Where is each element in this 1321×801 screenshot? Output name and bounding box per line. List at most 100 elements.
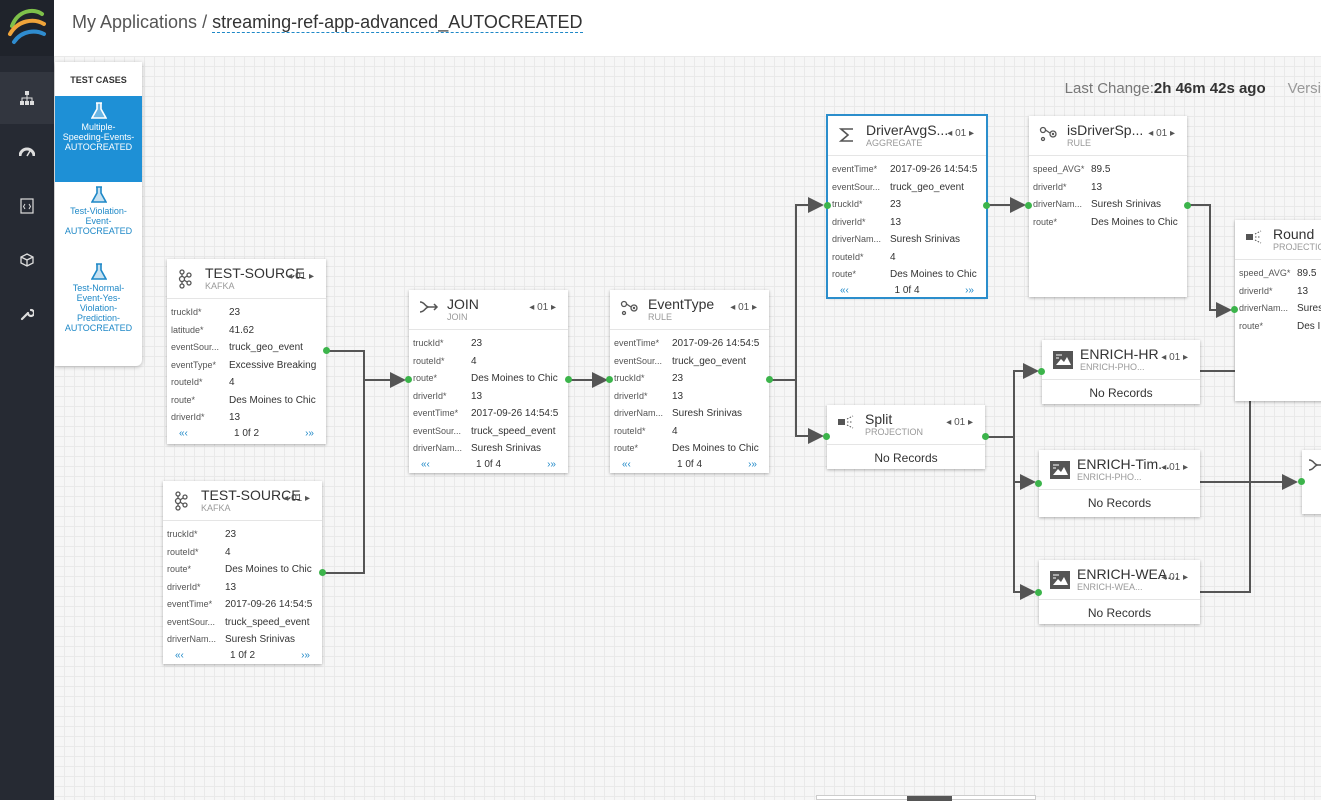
node-test-source-1[interactable]: TEST-SOURCE KAFKA ◂ 01 ▸ truckId* 23 lati… [167,259,330,444]
input-port[interactable] [824,202,831,209]
node-header: EventType RULE ◂ 01 ▸ [610,290,769,330]
node-type: ENRICH-PHO... [1077,472,1142,482]
node-type: PROJECTION [865,427,924,437]
field-key: driverId* [171,412,205,422]
record-row: driverId* 13 [832,214,982,232]
field-key: truckId* [832,199,863,209]
field-value: 13 [1297,285,1309,297]
input-port[interactable] [1025,202,1032,209]
record-page-indicator: 1 0f 4 [676,458,703,470]
prev-record-button[interactable]: «‹ [175,649,184,663]
field-key: eventType* [171,359,217,370]
test-case-item[interactable]: Multiple- Speeding-Events- AUTOCREATED [55,96,142,182]
node-header: TEST-SOURCE KAFKA ◂ 01 ▸ [167,259,326,299]
output-port[interactable] [319,569,326,576]
zoom-control[interactable] [816,795,1036,801]
field-key: eventSour... [614,355,663,366]
next-record-button[interactable]: ›» [305,427,314,441]
node-enrich-time[interactable]: ENRICH-Tim... ENRICH-PHO... ◂ 01 ▸ No Re… [1035,450,1200,517]
node-driver-avg-speed[interactable]: DriverAvgS... AGGREGATE ◂ 01 ▸ eventTime… [824,114,990,299]
input-port[interactable] [1231,306,1238,313]
node-join-partial[interactable] [1298,450,1321,514]
node-pager-index[interactable]: ◂ 01 ▸ [1161,352,1188,363]
field-key: driverId* [1033,181,1067,192]
node-pager-index[interactable]: ◂ 01 ▸ [1161,572,1188,583]
node-records: truckId* 23 routeId* 4 route* Des Moines to… [163,521,322,649]
prev-record-button[interactable]: «‹ [622,458,631,472]
record-row: truckId* 23 [832,196,982,214]
record-page-indicator: 1 0f 2 [229,649,256,661]
output-port[interactable] [1184,202,1191,209]
input-port[interactable] [405,376,412,383]
zoom-handle[interactable] [907,796,952,801]
input-port[interactable] [1035,480,1042,487]
field-value: Des Moines to Chic [471,373,558,384]
next-record-button[interactable]: ›» [965,284,974,298]
record-row: route* Des Moines to Chic [413,370,564,388]
next-record-button[interactable]: ›» [547,458,556,472]
input-port[interactable] [1038,368,1045,375]
field-value: Des Moines to Chic [890,269,977,280]
test-case-label: Speeding-Events- [62,132,135,142]
node-split[interactable]: Split PROJECTION ◂ 01 ▸ No Records [823,405,989,469]
record-page-indicator: 1 0f 2 [233,427,260,439]
record-row: driverNam... Suresh Srinivas [1033,196,1183,214]
node-pager-index[interactable]: ◂ 01 ▸ [730,302,757,313]
test-case-item[interactable]: Test-Normal- Event-Yes- Violation- Predi… [55,263,142,333]
edge-eventtype-aggregate [768,197,824,381]
node-pager-index[interactable]: ◂ 01 ▸ [946,417,973,428]
node-pager-index[interactable]: ◂ 01 ▸ [287,271,314,282]
field-value: Sures [1297,303,1321,314]
test-case-item[interactable]: Test-Violation- Event- AUTOCREATED [55,186,142,236]
record-row: route* Des Moines to Chic [614,440,765,458]
field-value: Des Moines to Chic [1091,216,1178,228]
output-port[interactable] [766,376,773,383]
node-title: Split [865,411,893,427]
field-value: 2017-09-26 14:54:5 [890,164,978,175]
field-key: eventSour... [413,425,462,436]
field-key: driverNam... [1239,303,1289,313]
field-value: 23 [672,373,684,384]
flask-icon [90,102,107,119]
prev-record-button[interactable]: «‹ [840,284,849,298]
record-row: eventSour... truck_geo_event [832,179,982,197]
field-value: 2017-09-26 14:54:5 [471,408,559,419]
projection-icon [838,415,854,429]
field-key: routeId* [171,377,203,387]
node-enrich-hr[interactable]: ENRICH-HR ENRICH-PHO... ◂ 01 ▸ No Record… [1038,340,1200,404]
output-port[interactable] [323,347,330,354]
field-key: latitude* [171,324,204,335]
node-test-source-2[interactable]: TEST-SOURCE KAFKA ◂ 01 ▸ truckId* 23 rout… [163,481,326,664]
edge-isdriver-round [1188,204,1232,318]
join-icon [419,301,439,313]
record-row: routeId* 4 [167,544,318,562]
node-title: ENRICH-HR [1080,346,1159,362]
node-pager-index[interactable]: ◂ 01 ▸ [947,128,974,139]
output-port[interactable] [982,433,989,440]
field-key: route* [167,564,192,574]
prev-record-button[interactable]: «‹ [179,427,188,441]
input-port[interactable] [606,376,613,383]
next-record-button[interactable]: ›» [301,649,310,663]
node-pager-index[interactable]: ◂ 01 ▸ [1161,462,1188,473]
next-record-button[interactable]: ›» [748,458,757,472]
node-pager-index[interactable]: ◂ 01 ▸ [529,302,556,313]
input-port[interactable] [823,433,830,440]
node-enrich-weather[interactable]: ENRICH-WEA... ENRICH-WEA... ◂ 01 ▸ No Re… [1035,560,1200,624]
input-port[interactable] [1035,589,1042,596]
kafka-icon [174,491,188,511]
node-is-driver-speeding[interactable]: isDriverSp... RULE ◂ 01 ▸ speed_AVG* 89.5… [1025,116,1191,297]
output-port[interactable] [983,202,990,209]
node-pager-index[interactable]: ◂ 01 ▸ [1148,128,1175,139]
node-round[interactable]: Round PROJECTIO speed_AVG* 89.5 driverId*… [1231,220,1321,401]
node-join[interactable]: JOIN JOIN ◂ 01 ▸ truckId* 23 routeId* 4 ro… [405,290,572,473]
field-value: Suresh Srinivas [672,408,743,419]
node-eventtype[interactable]: EventType RULE ◂ 01 ▸ eventTime* 2017-09-… [606,290,773,473]
prev-record-button[interactable]: «‹ [421,458,430,472]
node-pager-index[interactable]: ◂ 01 ▸ [283,493,310,504]
output-port[interactable] [565,376,572,383]
input-port[interactable] [1298,478,1305,485]
record-row: driverNam... Sures [1239,300,1321,318]
record-row: driverId* 13 [167,579,318,597]
field-key: speed_AVG* [1239,268,1291,278]
